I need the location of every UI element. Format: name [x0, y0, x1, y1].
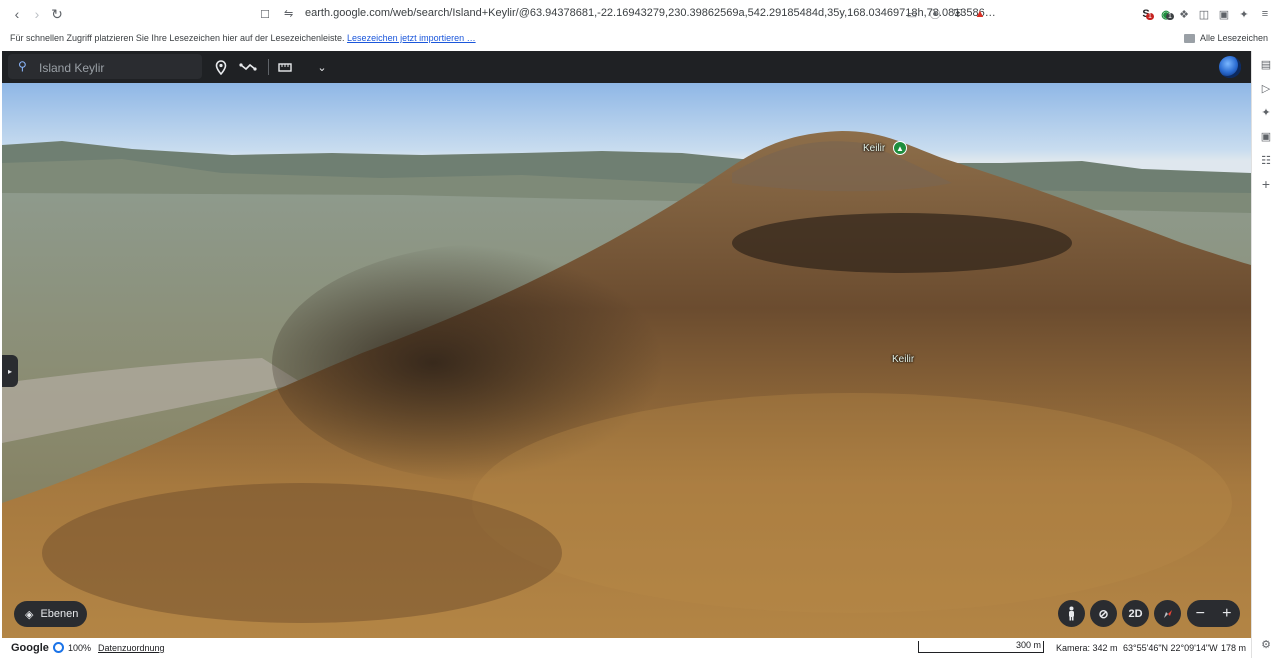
coordinates: 63°55'46"N 22°09'14"W	[1123, 643, 1218, 653]
add-panel-icon[interactable]: +	[1259, 176, 1273, 192]
location-pin-icon[interactable]	[210, 56, 232, 78]
tilt-reset-icon[interactable]: ⊘	[1090, 600, 1117, 627]
brave-rewards-icon[interactable]: ▲	[972, 6, 988, 22]
layers-label: Ebenen	[40, 608, 79, 620]
load-percent: 100%	[68, 643, 92, 653]
zoom-out-icon[interactable]: −	[1196, 605, 1205, 623]
site-info-icon[interactable]: ⇋	[284, 7, 293, 20]
wallet-icon[interactable]: ▣	[1216, 6, 1232, 22]
scale-label: 300 m	[1015, 640, 1041, 650]
leo-icon[interactable]: ✦	[1236, 6, 1252, 22]
brave-shield-icon[interactable]: ⛨	[950, 6, 966, 22]
settings-gear-icon[interactable]: ⚙	[1259, 637, 1273, 651]
toolbar-divider	[268, 59, 269, 75]
terrain-render	[2, 131, 1251, 638]
search-icon[interactable]: ⚲	[18, 59, 27, 73]
attribution-link[interactable]: Datenzuordnung	[98, 643, 165, 653]
loading-ring-icon	[53, 642, 64, 653]
extension-icon-1[interactable]: S 1	[1138, 6, 1154, 22]
compass-icon[interactable]	[1154, 600, 1181, 627]
extension-badge-2: 1	[1166, 13, 1174, 20]
search-text: Island Keylir	[39, 61, 105, 75]
sidebar-toggle-icon[interactable]: ◫	[1196, 6, 1212, 22]
pegman-icon[interactable]	[1058, 600, 1085, 627]
cast-icon[interactable]: ▭	[904, 6, 920, 22]
bookmarks-bar: Für schnellen Zugriff platzieren Sie Ihr…	[0, 28, 1280, 50]
status-bar: Google 100% Datenzuordnung 300 m Kamera:…	[2, 638, 1251, 658]
search-input[interactable]: ⚲ Island Keylir	[8, 54, 202, 79]
url-text: earth.google.com/web/search/Island+Keyli…	[305, 7, 996, 19]
extension-icon-2[interactable]: ◉ 1	[1158, 6, 1174, 22]
ground-altitude: 178 m	[1221, 643, 1247, 653]
all-bookmarks-label: Alle Lesezeichen	[1199, 33, 1268, 43]
bookmarks-side-icon[interactable]: ▣	[1259, 129, 1273, 143]
video-icon[interactable]: ▷	[1259, 81, 1273, 95]
view-2d-button[interactable]: 2D	[1122, 600, 1149, 627]
leo-side-icon[interactable]: ✦	[1259, 105, 1273, 119]
reading-list-icon[interactable]: ☷	[1259, 153, 1273, 167]
scale-bar: 300 m	[918, 640, 1044, 653]
zoom-controls: − +	[1187, 600, 1240, 627]
forward-icon[interactable]: ›	[27, 4, 47, 24]
account-globe-icon[interactable]	[1219, 56, 1241, 78]
zoom-in-icon[interactable]: +	[1222, 605, 1231, 623]
reload-icon[interactable]: ↻	[47, 4, 67, 24]
mountain-pin-icon[interactable]: ▲	[893, 141, 907, 155]
extension-badge-1: 1	[1146, 13, 1154, 20]
browser-side-rail: ▤ ▷ ✦ ▣ ☷ + ⚙	[1251, 51, 1280, 658]
menu-icon[interactable]: ≡	[1257, 6, 1273, 22]
layers-icon: ◈	[25, 608, 34, 621]
layers-button[interactable]: ◈ Ebenen	[14, 601, 87, 627]
camera-altitude: Kamera: 342 m	[1056, 643, 1118, 653]
puzzle-icon[interactable]: ❖	[1176, 6, 1192, 22]
browser-toolbar: ‹ › ↻ ☐ ⇋ earth.google.com/web/search/Is…	[0, 0, 1280, 28]
folder-icon	[1183, 33, 1195, 43]
map-viewport[interactable]: Keilir ▲ Keilir	[2, 83, 1251, 638]
chevron-down-icon[interactable]: ⌄	[311, 56, 333, 78]
back-icon[interactable]: ‹	[7, 4, 27, 24]
path-tool-icon[interactable]	[237, 56, 259, 78]
bookmarks-hint-text: Für schnellen Zugriff platzieren Sie Ihr…	[10, 33, 345, 43]
import-bookmarks-link[interactable]: Lesezeichen jetzt importieren …	[347, 33, 476, 43]
measure-ruler-icon[interactable]	[274, 56, 296, 78]
google-logo: Google	[11, 642, 49, 654]
share-icon[interactable]: ⦿	[927, 6, 943, 22]
peak-label[interactable]: Keilir	[863, 143, 885, 154]
panel-expand-handle[interactable]: ▸	[2, 355, 18, 387]
all-bookmarks-button[interactable]: Alle Lesezeichen	[1183, 33, 1268, 43]
slope-label[interactable]: Keilir	[892, 354, 914, 365]
wallet-side-icon[interactable]: ▤	[1259, 57, 1273, 71]
address-bar[interactable]: ⇋ earth.google.com/web/search/Island+Key…	[252, 3, 1000, 25]
bookmarks-hint: Für schnellen Zugriff platzieren Sie Ihr…	[10, 33, 476, 43]
earth-toolbar: ⚲ Island Keylir ⌄	[2, 51, 1251, 83]
